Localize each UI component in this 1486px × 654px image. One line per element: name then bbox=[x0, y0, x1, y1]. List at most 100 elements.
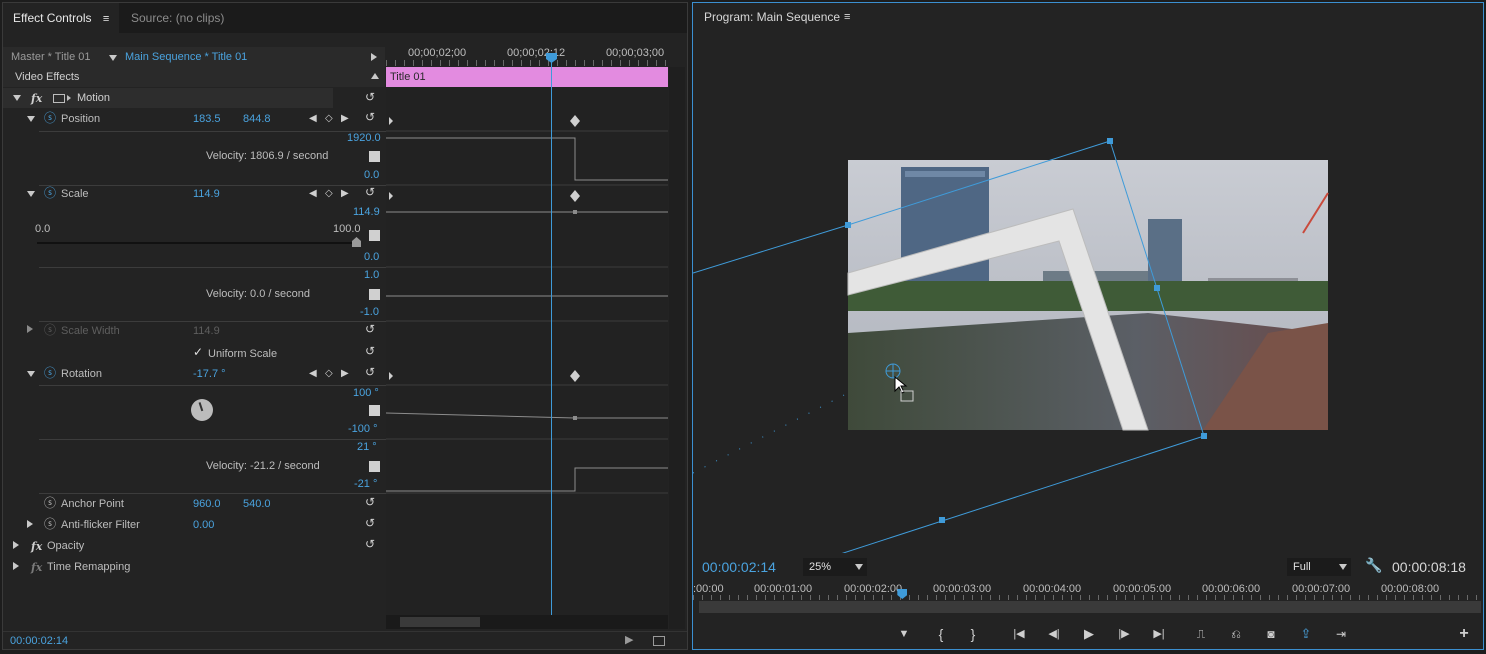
scale-velocity-max: 1.0 bbox=[364, 269, 380, 281]
position-y-value[interactable]: 844.8 bbox=[243, 113, 271, 126]
next-keyframe-icon[interactable]: ▶ bbox=[341, 188, 349, 200]
menu-icon[interactable]: ≡ bbox=[844, 11, 850, 24]
play-icon[interactable]: ▶ bbox=[1078, 623, 1100, 645]
anti-flicker-value[interactable]: 0.00 bbox=[193, 519, 214, 532]
ec-playhead-line[interactable] bbox=[551, 55, 552, 615]
add-marker-icon[interactable]: ▼ bbox=[893, 623, 915, 645]
ec-horizontal-scrollbar[interactable] bbox=[386, 615, 668, 629]
mark-out-icon[interactable]: } bbox=[962, 623, 984, 645]
reset-icon[interactable]: ↺ bbox=[363, 111, 377, 123]
pm-time-ruler[interactable]: :00:00 00:00:01:00 00:00:02:00 00:00:03:… bbox=[693, 581, 1483, 601]
add-keyframe-icon[interactable]: ◇ bbox=[325, 113, 333, 125]
expand-anti-flicker-icon[interactable] bbox=[27, 520, 33, 528]
transform-icon[interactable] bbox=[53, 94, 65, 103]
reset-icon[interactable]: ↺ bbox=[363, 345, 377, 357]
fx-icon[interactable]: fx bbox=[31, 540, 42, 553]
reset-icon[interactable]: ↺ bbox=[363, 517, 377, 529]
stopwatch-icon[interactable]: ⓢ bbox=[44, 518, 56, 531]
ec-timeline-ruler[interactable]: 00;00;02;00 00;00;02;12 00;00;03;00 bbox=[386, 43, 668, 67]
quality-dropdown[interactable]: Full bbox=[1287, 558, 1351, 576]
ruler-ticks bbox=[386, 60, 668, 66]
graph-toggle-icon[interactable] bbox=[369, 230, 380, 241]
reset-icon[interactable]: ↺ bbox=[363, 538, 377, 550]
sequence-clip-label[interactable]: Main Sequence * Title 01 bbox=[125, 51, 247, 64]
program-canvas[interactable] bbox=[693, 33, 1483, 553]
expand-motion-icon[interactable] bbox=[13, 95, 21, 101]
step-forward-icon[interactable]: |▶ bbox=[1113, 623, 1135, 645]
collapse-icon[interactable] bbox=[371, 73, 379, 79]
scale-slider-min: 0.0 bbox=[35, 223, 51, 235]
show-timeline-icon[interactable] bbox=[371, 53, 377, 61]
expand-scale-width-icon[interactable] bbox=[27, 325, 33, 333]
reset-icon[interactable]: ↺ bbox=[363, 496, 377, 508]
extract-icon[interactable]: ⎌ bbox=[1225, 623, 1247, 645]
ec-vertical-scrollbar[interactable] bbox=[669, 67, 685, 629]
menu-icon[interactable]: ≡ bbox=[103, 13, 109, 25]
anchor-x-value[interactable]: 960.0 bbox=[193, 498, 221, 511]
mark-in-icon[interactable]: { bbox=[930, 623, 952, 645]
position-x-value[interactable]: 183.5 bbox=[193, 113, 221, 126]
pm-zoom-bar[interactable] bbox=[699, 601, 1481, 613]
graph-toggle-icon[interactable] bbox=[369, 289, 380, 300]
graph-toggle-icon[interactable] bbox=[369, 151, 380, 162]
tab-effect-controls[interactable]: Effect Controls ≡ bbox=[3, 3, 119, 33]
stopwatch-icon[interactable]: ⓢ bbox=[44, 367, 56, 380]
add-keyframe-icon[interactable]: ◇ bbox=[325, 188, 333, 200]
wrench-icon[interactable]: 🔧 bbox=[1365, 558, 1382, 572]
expand-time-remapping-icon[interactable] bbox=[13, 562, 19, 570]
play-audio-icon[interactable]: ▶ bbox=[625, 634, 633, 647]
scroll-thumb[interactable] bbox=[400, 617, 480, 627]
divider bbox=[39, 321, 386, 322]
lift-icon[interactable]: ⎍ bbox=[1190, 623, 1212, 645]
prev-keyframe-icon[interactable]: ◀ bbox=[309, 368, 317, 380]
expand-scale-icon[interactable] bbox=[27, 191, 35, 197]
pm-title[interactable]: Program: Main Sequence bbox=[704, 11, 840, 24]
stopwatch-icon[interactable]: ⓢ bbox=[44, 497, 56, 510]
go-to-in-icon[interactable]: |◀ bbox=[1008, 623, 1030, 645]
tab-source[interactable]: Source: (no clips) bbox=[121, 3, 253, 33]
add-keyframe-icon[interactable]: ◇ bbox=[325, 368, 333, 380]
uniform-scale-checkbox[interactable]: ✓ bbox=[193, 346, 204, 358]
zoom-dropdown[interactable]: 25% bbox=[803, 558, 867, 576]
graph-toggle-icon[interactable] bbox=[369, 461, 380, 472]
stopwatch-icon[interactable]: ⓢ bbox=[44, 112, 56, 125]
transform-handle bbox=[845, 222, 851, 228]
trim-icon[interactable]: ⇥ bbox=[1330, 623, 1352, 645]
go-to-out-icon[interactable]: ▶| bbox=[1148, 623, 1170, 645]
prev-keyframe-icon[interactable]: ◀ bbox=[309, 188, 317, 200]
pm-duration: 00:00:08:18 bbox=[1392, 559, 1466, 575]
stopwatch-icon[interactable]: ⓢ bbox=[44, 187, 56, 200]
reset-icon[interactable]: ↺ bbox=[363, 366, 377, 378]
scale-slider-track[interactable] bbox=[37, 242, 357, 244]
next-keyframe-icon[interactable]: ▶ bbox=[341, 368, 349, 380]
reset-icon[interactable]: ↺ bbox=[363, 91, 377, 103]
keyframe-graph-area[interactable] bbox=[386, 87, 668, 617]
export-frame-icon[interactable]: ⇪ bbox=[1295, 623, 1317, 645]
scale-value[interactable]: 114.9 bbox=[193, 188, 220, 201]
scale-graph-value: 114.9 bbox=[353, 206, 380, 218]
pm-current-timecode[interactable]: 00:00:02:14 bbox=[702, 559, 776, 575]
reset-icon[interactable]: ↺ bbox=[363, 323, 377, 335]
rotation-dial[interactable] bbox=[191, 399, 213, 421]
camera-icon[interactable]: ◙ bbox=[1260, 623, 1282, 645]
clip-bar[interactable]: Title 01 bbox=[386, 67, 668, 87]
chevron-down-icon[interactable] bbox=[109, 55, 117, 61]
anchor-y-value[interactable]: 540.0 bbox=[243, 498, 271, 511]
divider bbox=[39, 439, 386, 440]
prev-keyframe-icon[interactable]: ◀ bbox=[309, 113, 317, 125]
master-clip-label[interactable]: Master * Title 01 bbox=[11, 51, 90, 64]
expand-rotation-icon[interactable] bbox=[27, 371, 35, 377]
graph-toggle-icon[interactable] bbox=[369, 405, 380, 416]
rotation-dial-needle bbox=[198, 402, 204, 412]
step-back-icon[interactable]: ◀| bbox=[1043, 623, 1065, 645]
rotation-value[interactable]: -17.7 ° bbox=[193, 368, 226, 381]
expand-opacity-icon[interactable] bbox=[13, 541, 19, 549]
export-icon[interactable] bbox=[653, 636, 665, 646]
scale-slider-handle[interactable] bbox=[352, 237, 361, 247]
ec-timecode[interactable]: 00:00:02:14 bbox=[10, 635, 68, 648]
fx-icon[interactable]: fx bbox=[31, 92, 42, 105]
expand-position-icon[interactable] bbox=[27, 116, 35, 122]
reset-icon[interactable]: ↺ bbox=[363, 186, 377, 198]
add-button-icon[interactable]: + bbox=[1453, 623, 1475, 645]
next-keyframe-icon[interactable]: ▶ bbox=[341, 113, 349, 125]
